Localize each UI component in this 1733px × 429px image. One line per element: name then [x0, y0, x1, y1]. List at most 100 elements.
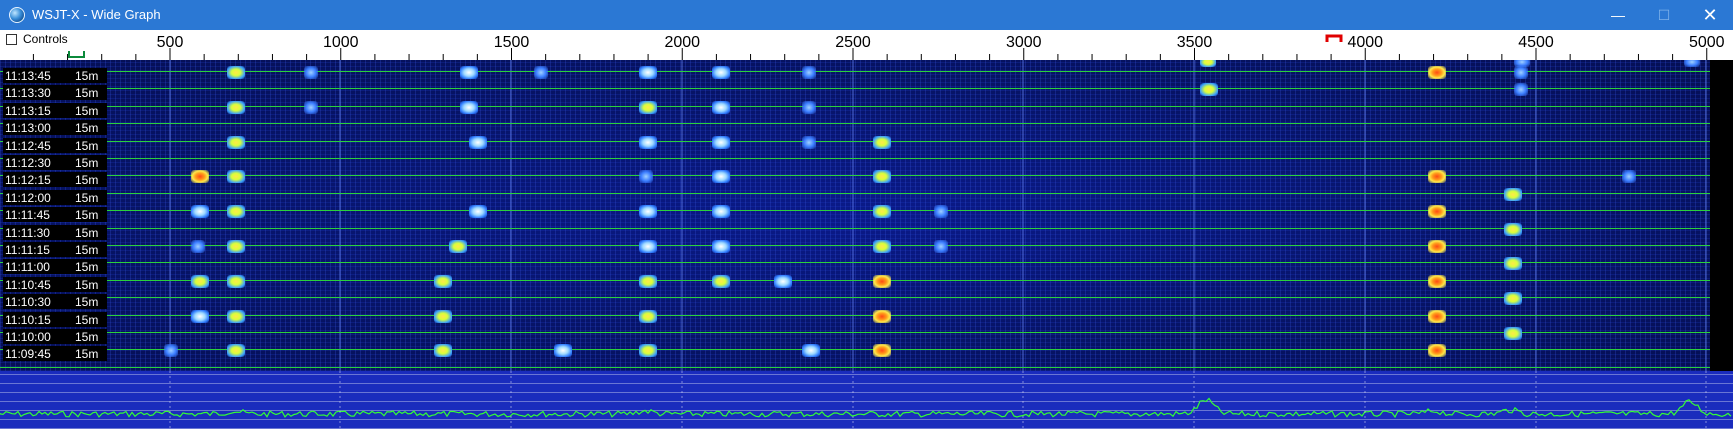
- controls-toggle[interactable]: Controls: [6, 32, 68, 46]
- signal-trace: [1428, 275, 1446, 288]
- axis-tick-label: 4000: [1347, 34, 1383, 51]
- row-timestamp: 11:11:00: [5, 259, 50, 274]
- row-period: 15m: [75, 120, 99, 135]
- row-timestamp: 11:13:15: [5, 103, 51, 118]
- axis-tick-label: 2000: [664, 34, 700, 51]
- row-period: 15m: [75, 312, 99, 327]
- signal-trace: [1428, 170, 1446, 183]
- signal-trace: [712, 101, 730, 114]
- spectrum-panel[interactable]: [0, 371, 1733, 429]
- signal-trace: [1428, 344, 1446, 357]
- period-separator: [0, 315, 1710, 316]
- signal-trace: [639, 310, 657, 323]
- signal-trace: [1504, 257, 1522, 270]
- row-timestamp: 11:10:30: [5, 294, 51, 309]
- signal-trace: [802, 101, 816, 114]
- signal-trace: [639, 240, 657, 253]
- row-timestamp: 11:11:45: [5, 207, 50, 222]
- signal-trace: [802, 136, 816, 149]
- signal-trace: [712, 170, 730, 183]
- axis-tick-label: 4500: [1518, 34, 1554, 51]
- signal-trace: [802, 344, 820, 357]
- row-timestamp: 11:12:45: [5, 138, 51, 153]
- period-separator: [0, 297, 1710, 298]
- spectrum-trace: [0, 371, 1732, 429]
- app-globe-icon: [9, 7, 25, 23]
- signal-trace: [712, 66, 730, 79]
- row-timestamp: 11:12:30: [5, 155, 51, 170]
- signal-trace: [1200, 60, 1216, 67]
- row-timestamp: 11:10:15: [5, 312, 51, 327]
- signal-trace: [534, 66, 548, 79]
- frequency-scale-bar[interactable]: 500 1000 1500 2000 2500 3000 3500 4000 4500 5000 …: [0, 30, 1733, 61]
- signal-trace: [460, 66, 478, 79]
- waterfall-row-label: 11:12:45 15m: [3, 138, 107, 153]
- signal-trace: [460, 101, 478, 114]
- signal-trace: [712, 136, 730, 149]
- signal-trace: [449, 240, 467, 253]
- rx-frequency-marker[interactable]: [68, 51, 85, 58]
- maximize-button[interactable]: ☐: [1641, 0, 1687, 30]
- waterfall-row-label: 11:11:45 15m: [3, 207, 107, 222]
- signal-trace: [639, 136, 657, 149]
- signal-trace: [873, 205, 891, 218]
- period-separator: [0, 71, 1710, 72]
- waterfall-row-label: 11:13:00 15m: [3, 120, 107, 135]
- frequency-axis[interactable]: 500 1000 1500 2000 2500 3000 3500 4000 4500 5000: [0, 30, 1733, 60]
- row-period: 15m: [75, 68, 99, 83]
- controls-checkbox[interactable]: [6, 33, 17, 45]
- signal-trace: [191, 170, 209, 183]
- axis-tick-label: 3000: [1006, 34, 1042, 51]
- waterfall-display[interactable]: 11:13:45 15m 11:13:30 15m 11:13:15 15m 11:13:0…: [0, 60, 1710, 371]
- window-title: WSJT-X - Wide Graph: [32, 7, 161, 22]
- signal-trace: [164, 344, 178, 357]
- signal-trace: [191, 205, 209, 218]
- signal-trace: [873, 344, 891, 357]
- period-separator: [0, 175, 1710, 176]
- signal-trace: [873, 136, 891, 149]
- signal-trace: [639, 101, 657, 114]
- signal-trace: [712, 275, 730, 288]
- period-separator: [0, 332, 1710, 333]
- signal-trace: [1428, 310, 1446, 323]
- row-timestamp: 11:13:30: [5, 85, 51, 100]
- waterfall-row-label: 11:11:15 15m: [3, 242, 107, 257]
- signal-trace: [1514, 60, 1530, 67]
- signal-trace: [227, 205, 245, 218]
- waterfall-row-label: 11:13:15 15m: [3, 103, 107, 118]
- period-separator: [0, 193, 1710, 194]
- row-timestamp: 11:10:45: [5, 277, 51, 292]
- signal-trace: [873, 170, 891, 183]
- signal-trace: [227, 344, 245, 357]
- signal-trace: [1504, 327, 1522, 340]
- waterfall-row-label: 11:13:30 15m: [3, 85, 107, 100]
- period-separator: [0, 106, 1710, 107]
- signal-trace: [802, 66, 816, 79]
- axis-tick-label: 500: [157, 34, 184, 51]
- signal-trace: [227, 310, 245, 323]
- controls-label: Controls: [23, 32, 68, 46]
- minimize-button[interactable]: —: [1595, 0, 1641, 30]
- period-separator: [0, 367, 1710, 368]
- waterfall-row-label: 11:10:30 15m: [3, 294, 107, 309]
- signal-trace: [639, 275, 657, 288]
- axis-tick-label: 2500: [835, 34, 871, 51]
- spectrum-line: [0, 397, 1732, 419]
- signal-trace: [873, 240, 891, 253]
- row-period: 15m: [75, 294, 99, 309]
- signal-trace: [227, 240, 245, 253]
- row-period: 15m: [75, 190, 99, 205]
- waterfall-row-label: 11:11:00 15m: [3, 259, 107, 274]
- waterfall-row-label: 11:09:45 15m: [3, 346, 107, 361]
- waterfall-row-label: 11:12:30 15m: [3, 155, 107, 170]
- signal-trace: [304, 101, 318, 114]
- signal-trace: [1504, 292, 1522, 305]
- signal-trace: [1514, 83, 1528, 96]
- axis-tick-label: 1000: [323, 34, 359, 51]
- close-button[interactable]: ✕: [1687, 0, 1733, 30]
- tx-frequency-marker[interactable]: [1325, 34, 1343, 42]
- signal-trace: [1428, 205, 1446, 218]
- signal-trace: [934, 205, 948, 218]
- signal-trace: [1428, 66, 1446, 79]
- period-separator: [0, 280, 1710, 281]
